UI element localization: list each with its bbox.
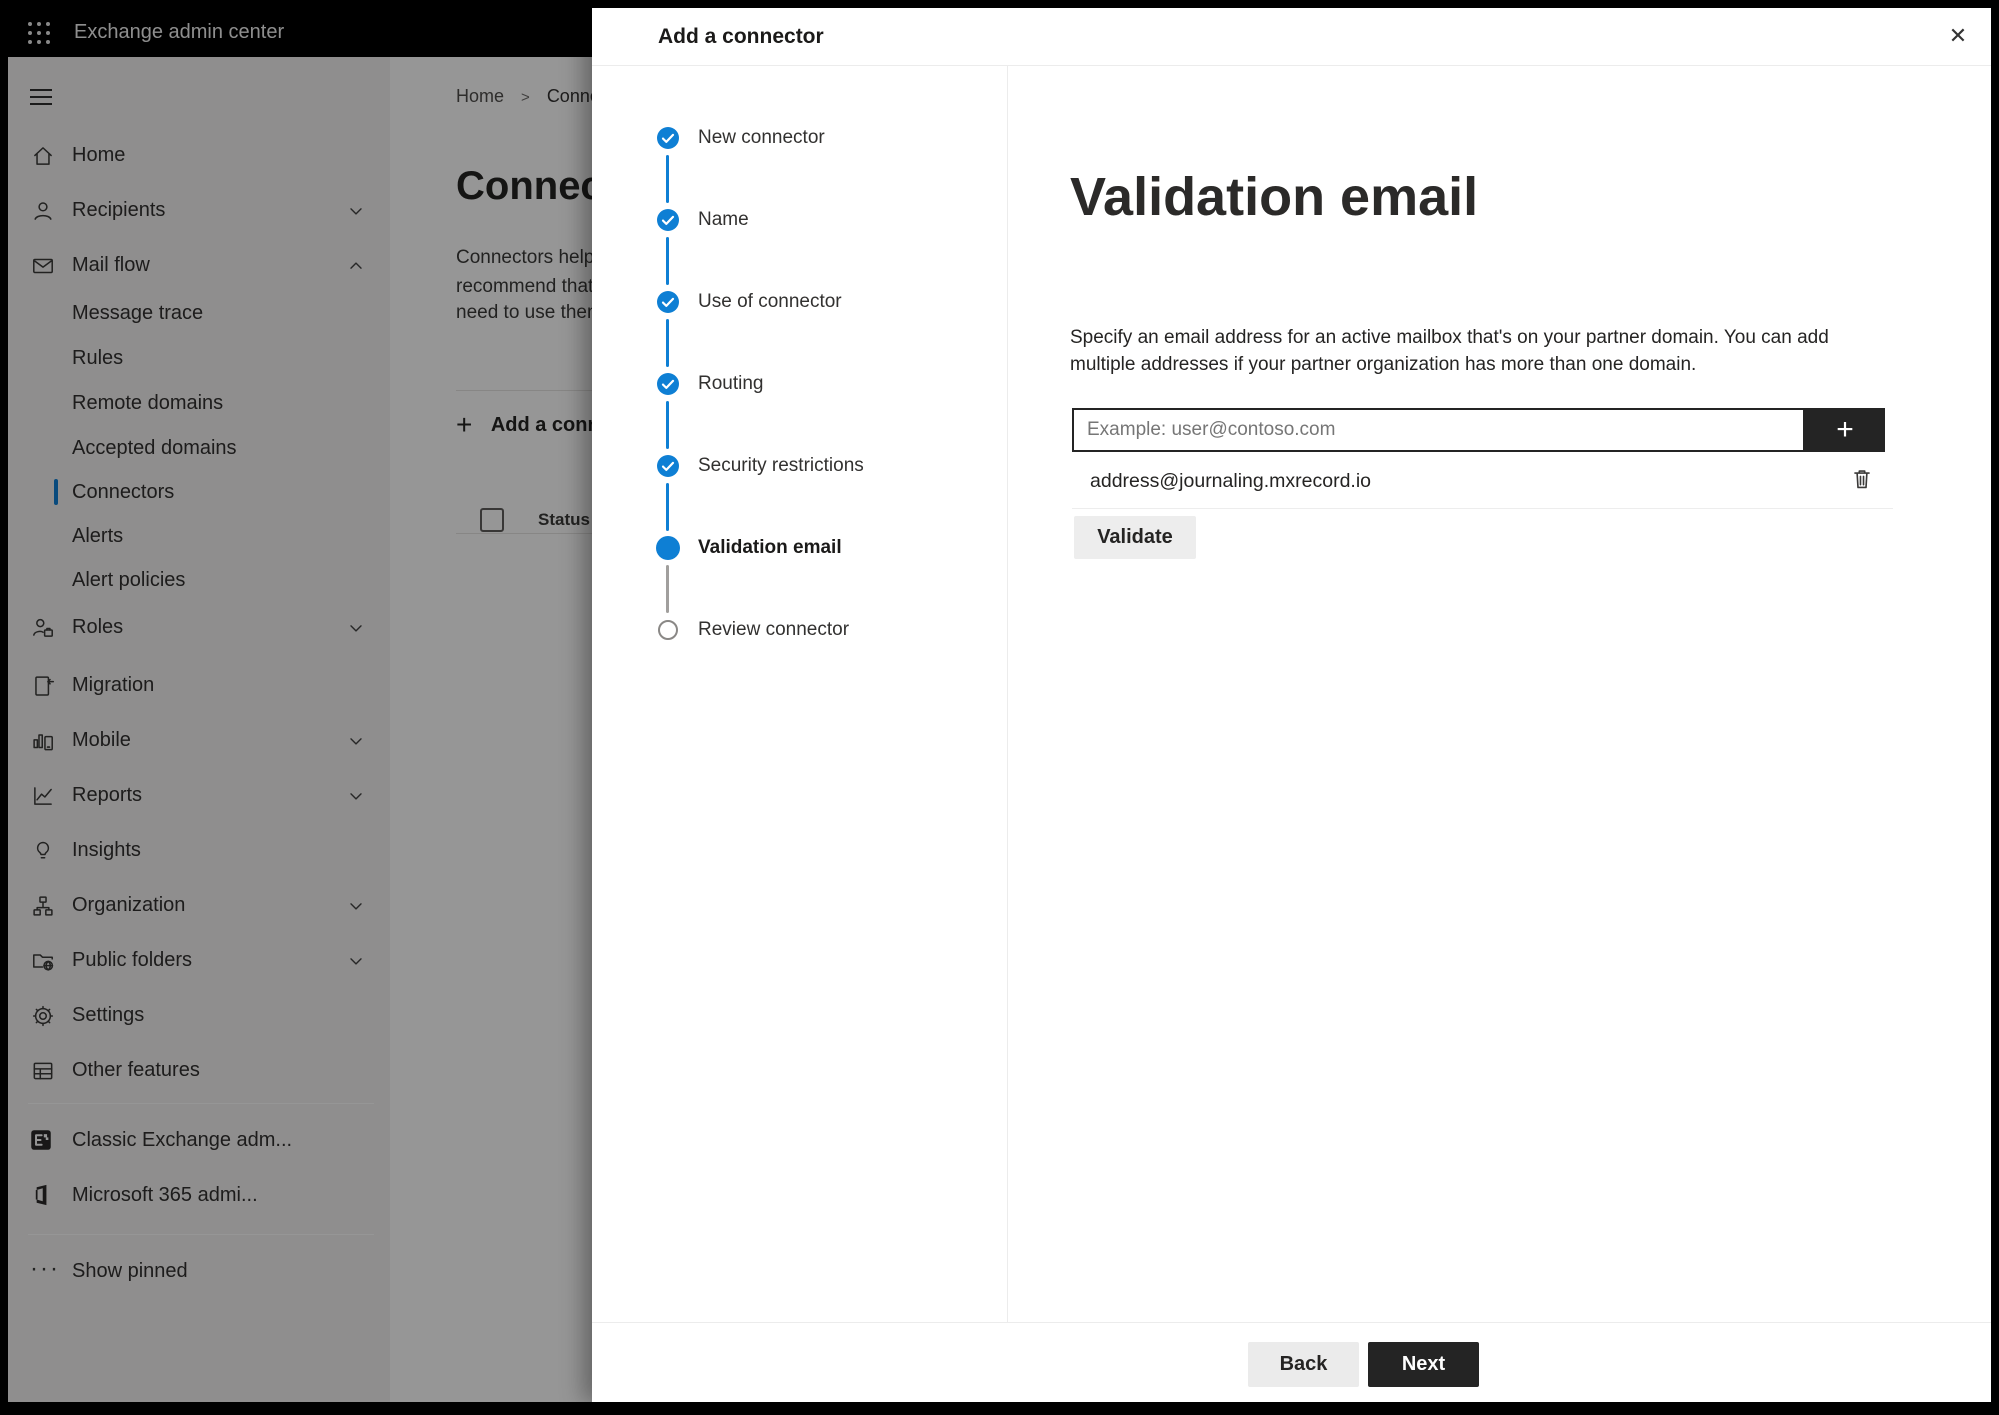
step-validation-email[interactable]: Validation email bbox=[592, 528, 1007, 568]
add-email-button[interactable]: + bbox=[1805, 408, 1885, 452]
footer-divider bbox=[592, 1322, 1991, 1323]
validation-email-description: Specify an email address for an active m… bbox=[1070, 327, 1829, 375]
step-connector-line bbox=[666, 155, 669, 203]
step-new-connector[interactable]: New connector bbox=[592, 118, 1007, 158]
email-address-row: address@journaling.mxrecord.io bbox=[1070, 463, 1893, 499]
step-security-restrictions[interactable]: Security restrictions bbox=[592, 446, 1007, 486]
step-connector-line bbox=[666, 483, 669, 531]
step-label: Security restrictions bbox=[698, 455, 864, 476]
plus-icon: + bbox=[1836, 413, 1854, 446]
step-connector-line bbox=[666, 319, 669, 367]
validation-email-heading: Validation email bbox=[1070, 167, 1479, 227]
step-connector-line bbox=[666, 401, 669, 449]
step-connector-line bbox=[666, 565, 669, 613]
delete-address-button[interactable] bbox=[1848, 466, 1876, 494]
panel-title: Add a connector bbox=[658, 25, 824, 48]
step-complete-icon bbox=[657, 291, 679, 313]
step-complete-icon bbox=[657, 127, 679, 149]
step-complete-icon bbox=[657, 455, 679, 477]
step-current-icon bbox=[656, 536, 680, 560]
step-connector-line bbox=[666, 237, 669, 285]
step-label: Use of connector bbox=[698, 291, 842, 312]
email-address-value: address@journaling.mxrecord.io bbox=[1090, 470, 1372, 492]
step-label: Name bbox=[698, 209, 749, 230]
step-label: Routing bbox=[698, 373, 764, 394]
step-complete-icon bbox=[657, 209, 679, 231]
next-button[interactable]: Next bbox=[1368, 1342, 1479, 1387]
stepper-divider bbox=[1007, 65, 1008, 1322]
step-label: Validation email bbox=[698, 537, 842, 558]
validate-button[interactable]: Validate bbox=[1074, 516, 1196, 559]
step-complete-icon bbox=[657, 373, 679, 395]
close-icon[interactable]: ✕ bbox=[1943, 21, 1973, 51]
step-routing[interactable]: Routing bbox=[592, 364, 1007, 404]
step-use-of-connector[interactable]: Use of connector bbox=[592, 282, 1007, 322]
step-label: New connector bbox=[698, 127, 825, 148]
wizard-stepper: New connector Name Use of connector Rout… bbox=[592, 65, 1007, 1322]
back-button[interactable]: Back bbox=[1248, 1342, 1359, 1387]
validation-email-input[interactable] bbox=[1072, 408, 1805, 452]
step-name[interactable]: Name bbox=[592, 200, 1007, 240]
step-upcoming-icon bbox=[658, 620, 678, 640]
add-connector-panel: Add a connector ✕ New connector Name Use bbox=[592, 8, 1991, 1402]
address-list-divider bbox=[1072, 508, 1893, 509]
step-review-connector[interactable]: Review connector bbox=[592, 610, 1007, 650]
exchange-admin-center-app: Exchange admin center Home Recipients Ma… bbox=[8, 8, 1991, 1402]
step-label: Review connector bbox=[698, 619, 850, 640]
trash-icon bbox=[1854, 470, 1870, 489]
panel-header: Add a connector ✕ bbox=[592, 8, 1991, 66]
